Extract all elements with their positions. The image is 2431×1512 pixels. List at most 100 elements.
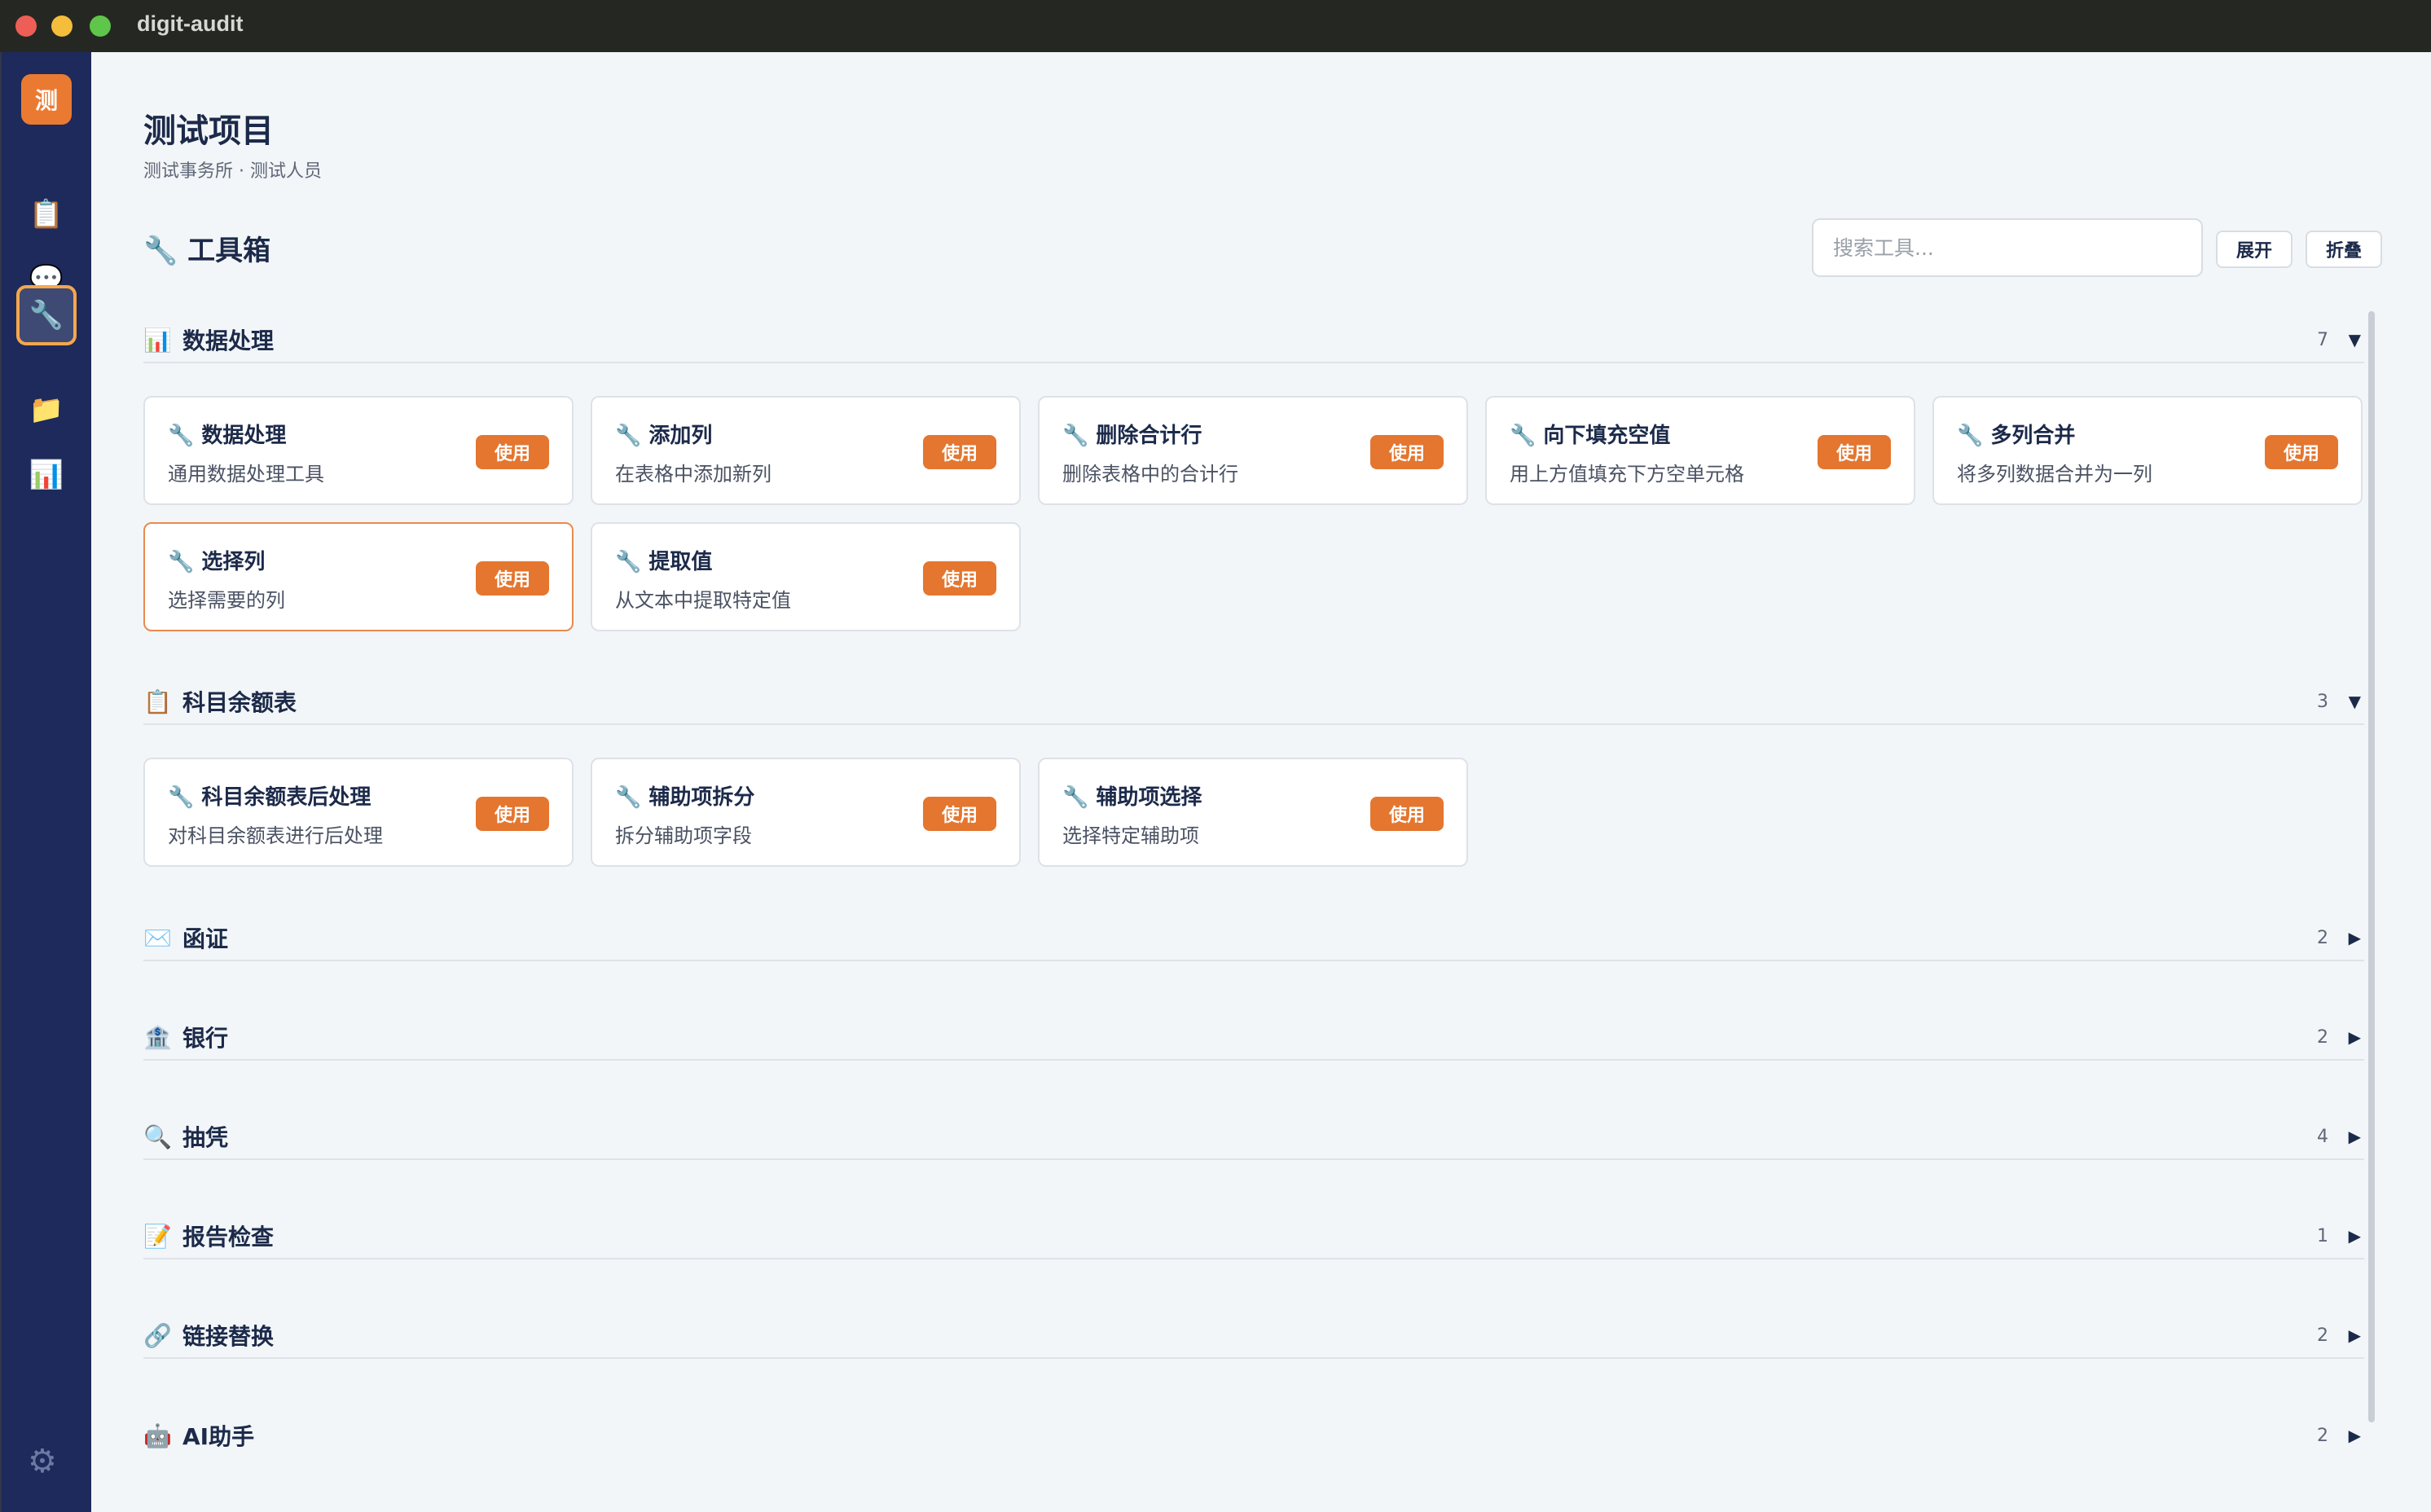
zoom-window-button[interactable]	[90, 15, 111, 37]
tool-card[interactable]: 🔧 辅助项选择 选择特定辅助项 使用	[1038, 758, 1468, 867]
bank-icon: 🏦	[143, 1023, 172, 1051]
nav-projects-icon[interactable]: 📋	[16, 184, 77, 244]
sidebar: 测 📋 💬 🔧 📁 📊 ⚙	[0, 52, 91, 1512]
collapsed-arrow-icon: ▶	[2348, 928, 2361, 947]
use-tool-button[interactable]: 使用	[1818, 435, 1891, 469]
link-icon: 🔗	[143, 1321, 172, 1349]
tool-title: 🔧 数据处理	[168, 424, 287, 448]
use-tool-button[interactable]: 使用	[476, 561, 549, 596]
nav-toolbox-icon[interactable]: 🔧	[16, 285, 77, 345]
use-tool-button[interactable]: 使用	[476, 435, 549, 469]
tool-title: 🔧 辅助项拆分	[615, 785, 755, 810]
tool-card[interactable]: 🔧 添加列 在表格中添加新列 使用	[591, 396, 1021, 505]
section-name: 链接替换	[182, 1323, 275, 1350]
section-header-report-check[interactable]: 📝 报告检查 1 ▶	[143, 1214, 2364, 1259]
section-header-ai-assistant[interactable]: 🤖 AI助手 2 ▶	[143, 1413, 2364, 1458]
section-header-confirmation[interactable]: ✉️ 函证 2 ▶	[143, 916, 2364, 961]
section-name: 函证	[182, 925, 229, 952]
tool-description: 通用数据处理工具	[168, 463, 324, 486]
section-header-bank[interactable]: 🏦 银行 2 ▶	[143, 1015, 2364, 1061]
minimize-window-button[interactable]	[51, 15, 73, 37]
tool-description: 从文本中提取特定值	[615, 589, 791, 612]
page-subtitle: 测试事务所 · 测试人员	[143, 161, 322, 182]
tool-description: 将多列数据合并为一列	[1957, 463, 2152, 486]
expand-all-button[interactable]: 展开	[2216, 231, 2293, 268]
section-header-data-processing[interactable]: 📊 数据处理 7 ▼	[143, 318, 2364, 363]
window-title: digit-audit	[137, 11, 244, 36]
section-count: 2	[2317, 1425, 2328, 1446]
tool-card[interactable]: 🔧 科目余额表后处理 对科目余额表进行后处理 使用	[143, 758, 574, 867]
section-header-link-replace[interactable]: 🔗 链接替换 2 ▶	[143, 1313, 2364, 1359]
tool-description: 选择特定辅助项	[1062, 824, 1199, 847]
robot-icon: 🤖	[143, 1422, 172, 1449]
tool-card[interactable]: 🔧 向下填充空值 用上方值填充下方空单元格 使用	[1485, 396, 1915, 505]
section-count: 3	[2317, 691, 2328, 712]
tool-title: 🔧 科目余额表后处理	[168, 785, 371, 810]
use-tool-button[interactable]: 使用	[923, 797, 996, 831]
envelope-icon: ✉️	[143, 924, 172, 952]
section-count: 2	[2317, 927, 2328, 948]
clipboard-icon: 📋	[143, 688, 172, 715]
toolbox-heading: 🔧 工具箱	[143, 235, 271, 267]
expanded-arrow-icon: ▼	[2348, 692, 2361, 711]
memo-icon: 📝	[143, 1222, 172, 1250]
collapsed-arrow-icon: ▶	[2348, 1027, 2361, 1047]
use-tool-button[interactable]: 使用	[476, 797, 549, 831]
use-tool-button[interactable]: 使用	[923, 435, 996, 469]
tool-description: 在表格中添加新列	[615, 463, 772, 486]
tool-title: 🔧 多列合并	[1957, 424, 2076, 448]
section-name: 报告检查	[182, 1224, 275, 1250]
tool-title: 🔧 向下填充空值	[1510, 424, 1671, 448]
bar-chart-icon: 📊	[143, 326, 172, 354]
collapsed-arrow-icon: ▶	[2348, 1226, 2361, 1246]
section-name: AI助手	[182, 1423, 255, 1450]
magnifier-icon: 🔍	[143, 1123, 172, 1150]
expanded-arrow-icon: ▼	[2348, 330, 2361, 349]
tool-title: 🔧 辅助项选择	[1062, 785, 1202, 810]
tool-description: 删除表格中的合计行	[1062, 463, 1238, 486]
collapsed-arrow-icon: ▶	[2348, 1426, 2361, 1445]
section-count: 1	[2317, 1225, 2328, 1246]
tool-description: 拆分辅助项字段	[615, 824, 752, 847]
nav-reports-icon[interactable]: 📊	[16, 445, 77, 505]
tool-title: 🔧 删除合计行	[1062, 424, 1202, 448]
tool-search-input[interactable]	[1812, 218, 2203, 277]
use-tool-button[interactable]: 使用	[1370, 797, 1444, 831]
tool-description: 对科目余额表进行后处理	[168, 824, 383, 847]
main-content: 测试项目 测试事务所 · 测试人员 🔧 工具箱 展开 折叠 📊 数据处理 7 ▼…	[91, 52, 2431, 1512]
tool-card-selected[interactable]: 🔧 选择列 选择需要的列 使用	[143, 522, 574, 631]
app-logo[interactable]: 测	[21, 74, 72, 125]
close-window-button[interactable]	[15, 15, 37, 37]
settings-gear-icon[interactable]: ⚙	[28, 1443, 57, 1480]
tool-title: 🔧 选择列	[168, 550, 266, 574]
tool-card[interactable]: 🔧 提取值 从文本中提取特定值 使用	[591, 522, 1021, 631]
tool-description: 选择需要的列	[168, 589, 285, 612]
section-count: 2	[2317, 1026, 2328, 1048]
tool-card[interactable]: 🔧 多列合并 将多列数据合并为一列 使用	[1932, 396, 2363, 505]
collapse-all-button[interactable]: 折叠	[2306, 231, 2382, 268]
collapsed-arrow-icon: ▶	[2348, 1325, 2361, 1345]
tool-title: 🔧 添加列	[615, 424, 713, 448]
section-name: 抽凭	[182, 1124, 229, 1151]
title-bar: digit-audit	[0, 0, 2431, 52]
collapsed-arrow-icon: ▶	[2348, 1127, 2361, 1146]
section-count: 4	[2317, 1126, 2328, 1147]
section-header-voucher-sampling[interactable]: 🔍 抽凭 4 ▶	[143, 1114, 2364, 1160]
scrollbar[interactable]	[2368, 311, 2375, 1422]
tool-card[interactable]: 🔧 辅助项拆分 拆分辅助项字段 使用	[591, 758, 1021, 867]
section-header-trial-balance[interactable]: 📋 科目余额表 3 ▼	[143, 679, 2364, 725]
section-count: 7	[2317, 329, 2328, 350]
use-tool-button[interactable]: 使用	[2265, 435, 2338, 469]
use-tool-button[interactable]: 使用	[1370, 435, 1444, 469]
tool-card[interactable]: 🔧 删除合计行 删除表格中的合计行 使用	[1038, 396, 1468, 505]
section-name: 科目余额表	[182, 689, 297, 716]
nav-files-icon[interactable]: 📁	[16, 380, 77, 440]
page-title: 测试项目	[143, 112, 274, 150]
section-name: 数据处理	[182, 327, 275, 354]
tool-card[interactable]: 🔧 数据处理 通用数据处理工具 使用	[143, 396, 574, 505]
tool-description: 用上方值填充下方空单元格	[1510, 463, 1744, 486]
section-name: 银行	[182, 1025, 229, 1052]
use-tool-button[interactable]: 使用	[923, 561, 996, 596]
section-count: 2	[2317, 1325, 2328, 1346]
tool-title: 🔧 提取值	[615, 550, 713, 574]
